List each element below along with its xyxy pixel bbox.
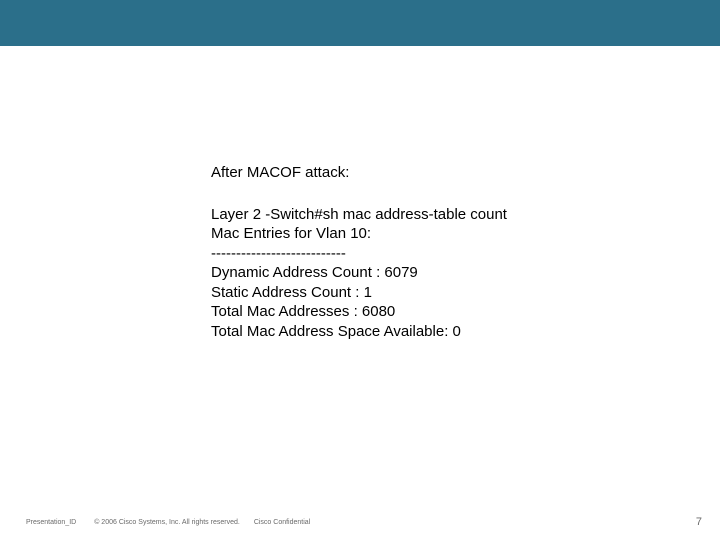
slide: After MACOF attack: Layer 2 -Switch#sh m… — [0, 0, 720, 540]
confidential-text: Cisco Confidential — [254, 519, 310, 526]
footer: Presentation_ID © 2006 Cisco Systems, In… — [26, 519, 694, 526]
divider-line: --------------------------- — [211, 244, 671, 264]
title-band — [0, 0, 720, 46]
content-block: After MACOF attack: Layer 2 -Switch#sh m… — [211, 163, 671, 341]
command-line: Layer 2 -Switch#sh mac address-table cou… — [211, 205, 671, 225]
static-count: Static Address Count : 1 — [211, 283, 671, 303]
space-available: Total Mac Address Space Available: 0 — [211, 322, 671, 342]
presentation-id: Presentation_ID — [26, 519, 76, 526]
intro-text: After MACOF attack: — [211, 163, 671, 183]
vlan-header: Mac Entries for Vlan 10: — [211, 224, 671, 244]
copyright-text: © 2006 Cisco Systems, Inc. All rights re… — [94, 519, 240, 526]
total-mac: Total Mac Addresses : 6080 — [211, 302, 671, 322]
dynamic-count: Dynamic Address Count : 6079 — [211, 263, 671, 283]
page-number: 7 — [696, 516, 702, 528]
